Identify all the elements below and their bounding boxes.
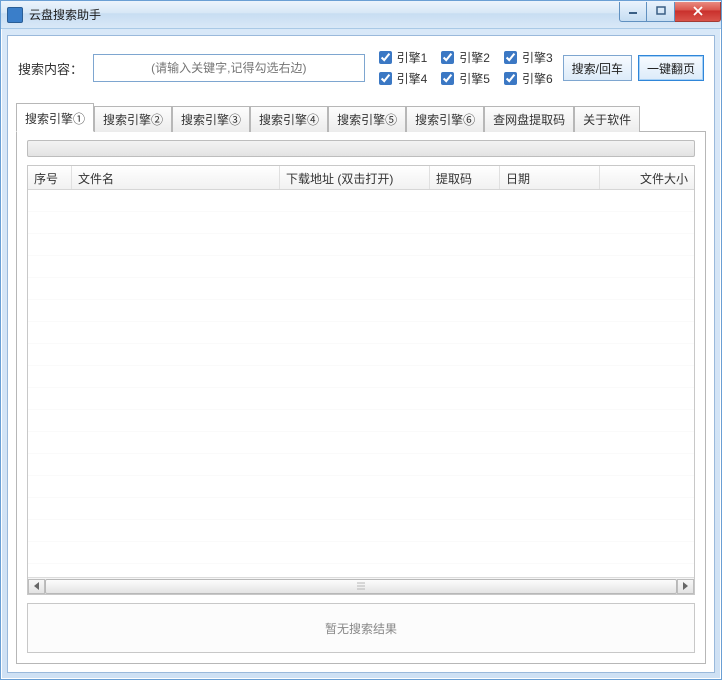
engine-checkbox-group: 引擎1 引擎2 引擎3 引擎4 引擎5 引擎6 <box>371 48 557 88</box>
engine-checkbox-1[interactable]: 引擎1 <box>375 48 428 67</box>
search-input[interactable] <box>93 54 365 82</box>
next-page-button[interactable]: 一键翻页 <box>638 55 704 81</box>
col-header-url[interactable]: 下载地址 (双击打开) <box>280 166 430 189</box>
grid-body <box>28 190 694 577</box>
scroll-track[interactable] <box>45 579 677 594</box>
engine-checkbox-1-input[interactable] <box>379 51 392 64</box>
title-bar: 云盘搜索助手 <box>1 1 721 29</box>
chevron-right-icon <box>683 582 688 590</box>
engine-checkbox-2[interactable]: 引擎2 <box>437 48 490 67</box>
col-header-date[interactable]: 日期 <box>500 166 600 189</box>
tab-engine-2[interactable]: 搜索引擎② <box>94 106 172 132</box>
chevron-left-icon <box>34 582 39 590</box>
tab-content: 序号 文件名 下载地址 (双击打开) 提取码 日期 文件大小 暂无搜 <box>16 132 706 664</box>
tab-engine-4[interactable]: 搜索引擎④ <box>250 106 328 132</box>
engine-checkbox-5[interactable]: 引擎5 <box>437 69 490 88</box>
results-grid: 序号 文件名 下载地址 (双击打开) 提取码 日期 文件大小 <box>27 165 695 595</box>
engine-checkbox-4-input[interactable] <box>379 72 392 85</box>
window-controls <box>619 2 721 22</box>
col-header-seq[interactable]: 序号 <box>28 166 72 189</box>
engine-checkbox-5-input[interactable] <box>441 72 454 85</box>
client-area: 搜索内容： 引擎1 引擎2 引擎3 引擎4 引擎5 引擎6 搜索/回车 一键翻页… <box>7 35 715 673</box>
close-icon <box>692 6 704 16</box>
tab-about[interactable]: 关于软件 <box>574 106 640 132</box>
search-row: 搜索内容： 引擎1 引擎2 引擎3 引擎4 引擎5 引擎6 搜索/回车 一键翻页 <box>16 44 706 98</box>
tab-strip: 搜索引擎① 搜索引擎② 搜索引擎③ 搜索引擎④ 搜索引擎⑤ 搜索引擎⑥ 查网盘提… <box>16 102 706 132</box>
grid-header: 序号 文件名 下载地址 (双击打开) 提取码 日期 文件大小 <box>28 166 694 190</box>
scroll-thumb[interactable] <box>45 579 677 594</box>
engine-checkbox-3[interactable]: 引擎3 <box>500 48 553 67</box>
engine-checkbox-6[interactable]: 引擎6 <box>500 69 553 88</box>
progress-track <box>27 140 695 157</box>
scroll-left-button[interactable] <box>28 579 45 594</box>
grid-hscrollbar[interactable] <box>28 577 694 594</box>
engine-checkbox-3-input[interactable] <box>504 51 517 64</box>
close-button[interactable] <box>675 2 721 22</box>
maximize-icon <box>656 6 666 16</box>
engine-checkbox-4[interactable]: 引擎4 <box>375 69 428 88</box>
window-title: 云盘搜索助手 <box>29 6 101 23</box>
tab-fetchcode[interactable]: 查网盘提取码 <box>484 106 574 132</box>
tab-engine-6[interactable]: 搜索引擎⑥ <box>406 106 484 132</box>
minimize-button[interactable] <box>619 2 647 22</box>
col-header-size[interactable]: 文件大小 <box>600 166 694 189</box>
search-button[interactable]: 搜索/回车 <box>563 55 632 81</box>
tab-engine-5[interactable]: 搜索引擎⑤ <box>328 106 406 132</box>
maximize-button[interactable] <box>647 2 675 22</box>
app-window: 云盘搜索助手 搜索内容： 引擎1 引擎2 引擎3 引擎4 引擎5 引擎6 <box>0 0 722 680</box>
minimize-icon <box>628 6 638 16</box>
engine-checkbox-6-input[interactable] <box>504 72 517 85</box>
app-icon <box>7 7 23 23</box>
col-header-code[interactable]: 提取码 <box>430 166 500 189</box>
scroll-grip-icon <box>357 583 365 590</box>
tab-engine-1[interactable]: 搜索引擎① <box>16 103 94 132</box>
engine-checkbox-2-input[interactable] <box>441 51 454 64</box>
status-text: 暂无搜索结果 <box>325 620 397 637</box>
search-label: 搜索内容： <box>18 59 87 78</box>
tab-engine-3[interactable]: 搜索引擎③ <box>172 106 250 132</box>
scroll-right-button[interactable] <box>677 579 694 594</box>
col-header-name[interactable]: 文件名 <box>72 166 280 189</box>
status-panel: 暂无搜索结果 <box>27 603 695 653</box>
